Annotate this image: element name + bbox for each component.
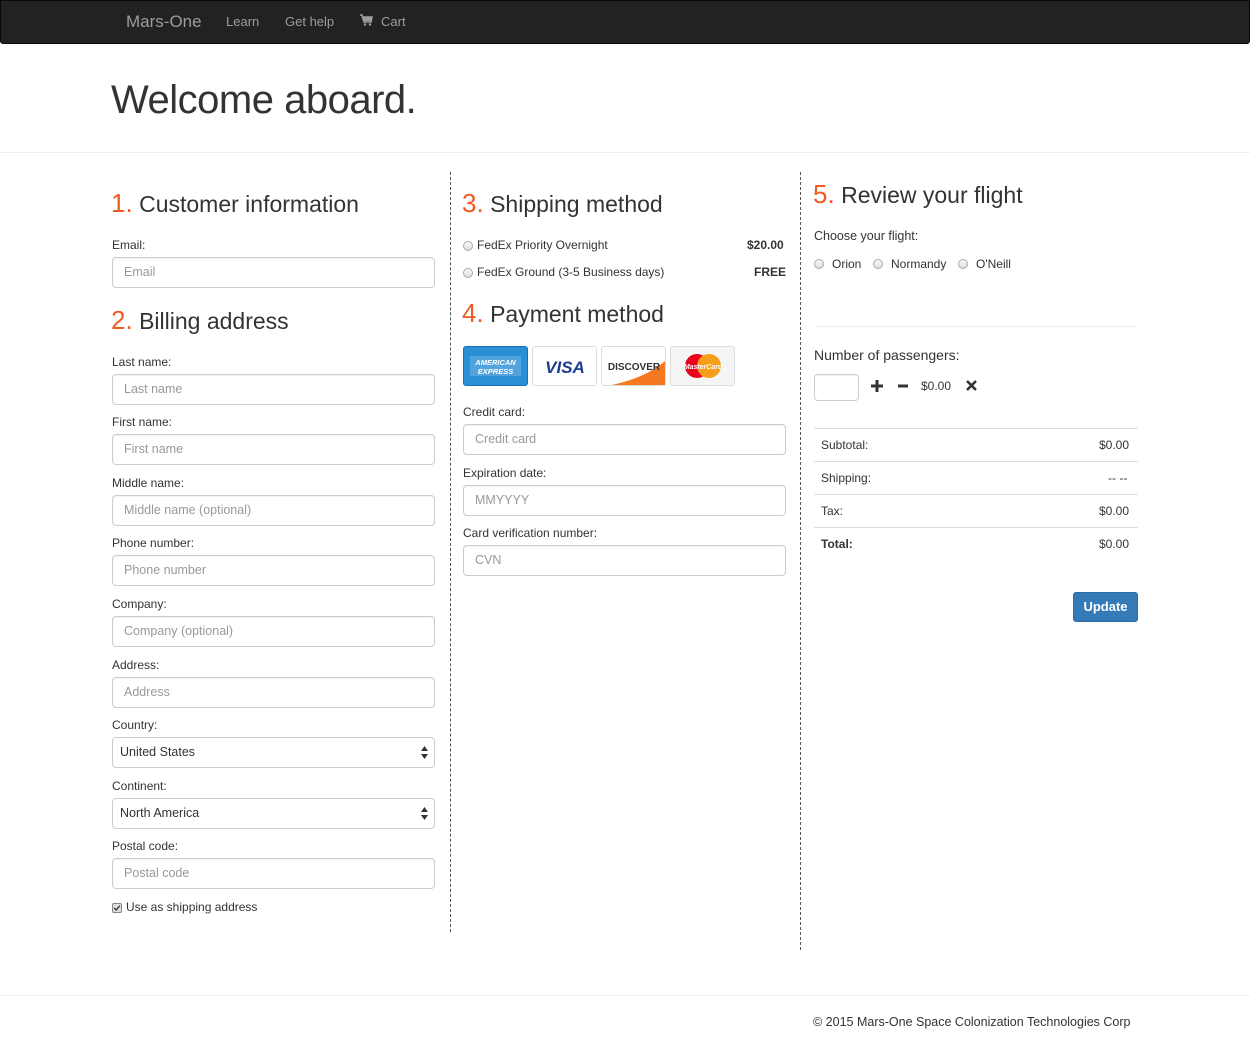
shipping-overnight-radio[interactable] — [463, 241, 473, 251]
subtotal-value: $0.00 — [1099, 438, 1130, 452]
shipping-option-price: $20.00 — [747, 238, 784, 252]
select-arrows-icon — [421, 746, 428, 759]
flight-option-label: Orion — [832, 257, 862, 271]
postal-code-field[interactable]: Postal code — [112, 858, 435, 889]
plus-icon[interactable] — [871, 380, 883, 392]
shipping-ground-radio[interactable] — [463, 268, 473, 278]
country-select-value: United States — [120, 745, 196, 759]
amex-line1: AMERICAN — [474, 358, 516, 367]
cvn-label: Card verification number: — [463, 526, 598, 540]
email-label: Email: — [112, 238, 146, 252]
update-button[interactable]: Update — [1073, 592, 1138, 622]
passengers-label: Number of passengers: — [814, 347, 960, 363]
continent-select[interactable]: North America — [112, 798, 435, 829]
company-label: Company: — [112, 597, 167, 611]
customer-info-heading: 1. Customer information — [111, 188, 359, 218]
shipping-option-label: FedEx Ground (3-5 Business days) — [477, 265, 665, 279]
tax-label: Tax: — [821, 504, 844, 518]
flight-oneill-radio[interactable] — [958, 259, 968, 269]
shipping-option-label: FedEx Priority Overnight — [477, 238, 608, 252]
choose-flight-label: Choose your flight: — [814, 229, 919, 243]
middle-name-label: Middle name: — [112, 476, 185, 490]
flight-option-label: O'Neill — [976, 257, 1011, 271]
shipping-cost-value: -- -- — [1108, 471, 1128, 485]
flight-normandy-radio[interactable] — [873, 259, 883, 269]
table-divider — [814, 428, 1138, 429]
nav-learn-link[interactable]: Learn — [226, 14, 259, 29]
cvn-field[interactable]: CVN — [463, 545, 786, 576]
continent-label: Continent: — [112, 779, 167, 793]
remove-icon[interactable] — [966, 380, 977, 391]
nav-cart-link[interactable]: Cart — [381, 14, 406, 29]
table-divider — [814, 527, 1138, 528]
address-field[interactable]: Address — [112, 677, 435, 708]
shipping-address-checkbox[interactable] — [112, 903, 122, 913]
last-name-field[interactable]: Last name — [112, 374, 435, 405]
flight-orion-radio[interactable] — [814, 259, 824, 269]
section-divider — [814, 326, 1138, 327]
mastercard-card-icon[interactable]: MasterCard — [670, 346, 735, 386]
mastercard-text: MasterCard — [684, 364, 723, 371]
subtotal-label: Subtotal: — [821, 438, 869, 452]
column-divider — [450, 172, 451, 932]
flight-option-label: Normandy — [891, 257, 947, 271]
expiration-label: Expiration date: — [463, 466, 547, 480]
tax-value: $0.00 — [1099, 504, 1130, 518]
middle-name-field[interactable]: Middle name (optional) — [112, 495, 435, 526]
billing-address-heading: 2. Billing address — [111, 305, 289, 335]
credit-card-label: Credit card: — [463, 405, 526, 419]
first-name-label: First name: — [112, 415, 173, 429]
email-field[interactable]: Email — [112, 257, 435, 288]
navbar: Mars-One Learn Get help Cart — [0, 0, 1250, 44]
country-select[interactable]: United States — [112, 737, 435, 768]
visa-card-icon[interactable]: VISA — [532, 346, 597, 386]
check-icon — [113, 905, 121, 911]
footer-divider — [0, 995, 1250, 996]
phone-label: Phone number: — [112, 536, 195, 550]
phone-field[interactable]: Phone number — [112, 555, 435, 586]
company-field[interactable]: Company (optional) — [112, 616, 435, 647]
total-value: $0.00 — [1099, 537, 1130, 551]
total-label: Total: — [821, 537, 853, 551]
select-arrows-icon — [421, 807, 428, 820]
postal-code-label: Postal code: — [112, 839, 179, 853]
table-divider — [814, 494, 1138, 495]
shopping-cart-icon[interactable] — [359, 13, 373, 27]
amex-line2: EXPRESS — [478, 367, 513, 376]
passengers-field[interactable] — [814, 374, 859, 401]
table-divider — [814, 461, 1138, 462]
credit-card-field[interactable]: Credit card — [463, 424, 786, 455]
last-name-label: Last name: — [112, 355, 172, 369]
passenger-price: $0.00 — [921, 379, 952, 393]
visa-text: VISA — [545, 358, 585, 377]
nav-help-link[interactable]: Get help — [285, 14, 334, 29]
shipping-cost-label: Shipping: — [821, 471, 872, 485]
column-divider — [800, 172, 801, 950]
footer-copyright: © 2015 Mars-One Space Colonization Techn… — [813, 1015, 1131, 1029]
shipping-method-heading: 3. Shipping method — [462, 188, 663, 218]
shipping-address-label: Use as shipping address — [126, 900, 258, 914]
brand-link[interactable]: Mars-One — [126, 12, 202, 32]
country-label: Country: — [112, 718, 158, 732]
shipping-option-price: FREE — [754, 265, 787, 279]
amex-card-icon[interactable]: AMERICAN EXPRESS — [463, 346, 528, 386]
review-flight-heading: 5. Review your flight — [813, 179, 1023, 209]
payment-method-heading: 4. Payment method — [462, 298, 664, 328]
minus-icon[interactable] — [897, 380, 909, 392]
discover-card-icon[interactable]: DISCOVER — [601, 346, 666, 386]
continent-select-value: North America — [120, 806, 200, 820]
page-title: Welcome aboard. — [111, 78, 417, 122]
first-name-field[interactable]: First name — [112, 434, 435, 465]
expiration-field[interactable]: MMYYYY — [463, 485, 786, 516]
discover-text: DISCOVER — [608, 362, 661, 373]
header-divider — [0, 152, 1250, 153]
address-label: Address: — [112, 658, 160, 672]
